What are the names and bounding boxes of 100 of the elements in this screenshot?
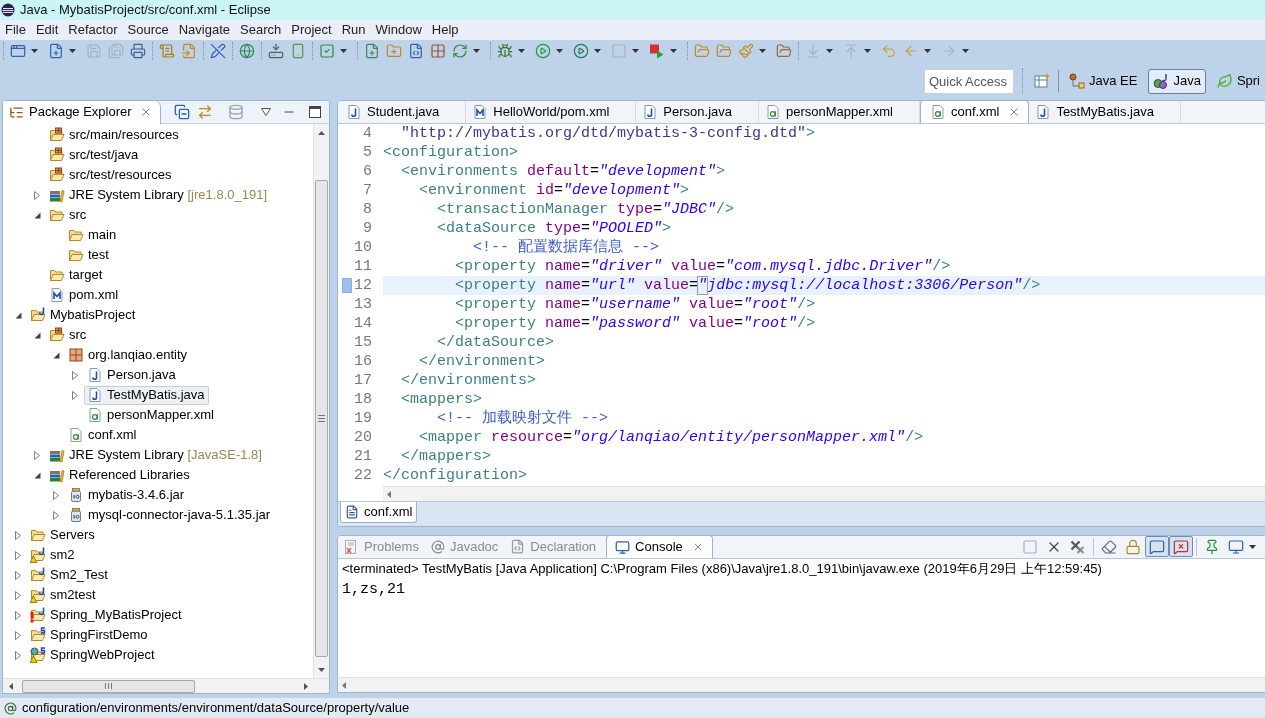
pom-file-icon <box>49 287 65 303</box>
view-tab[interactable]: Package Explorer <box>3 101 161 124</box>
triangle-right-icon[interactable] <box>53 490 59 500</box>
arrow-left-icon[interactable] <box>387 490 391 498</box>
triangle-corner-icon[interactable] <box>33 211 41 219</box>
toolbar-button[interactable] <box>1169 536 1193 557</box>
editor-tab[interactable]: Person.java <box>636 101 759 123</box>
tree-item[interactable]: sm2 <box>27 545 79 565</box>
double-x-icon <box>1070 538 1086 555</box>
squares-minus-icon[interactable] <box>174 104 190 120</box>
perspective-button[interactable]: Java <box>1148 68 1206 94</box>
horizontal-scrollbar[interactable] <box>338 677 1265 692</box>
tree-item[interactable]: main <box>65 225 121 245</box>
triangle-down-icon[interactable] <box>261 108 271 116</box>
editor-tab[interactable]: conf.xml <box>919 101 1030 123</box>
tree-item[interactable]: mysql-connector-java-5.1.35.jar <box>65 505 275 525</box>
tree-item[interactable]: sm2test <box>27 585 100 605</box>
tree-item[interactable]: SpringFirstDemo <box>27 625 152 645</box>
arrow-down-icon[interactable] <box>318 667 325 672</box>
tree-item[interactable]: Sm2_Test <box>27 565 112 585</box>
menu-item[interactable]: File <box>0 20 31 40</box>
triangle-right-icon[interactable] <box>72 390 78 400</box>
triangle-corner-icon[interactable] <box>52 351 60 359</box>
horizontal-scrollbar[interactable] <box>383 486 1265 501</box>
arrows-icon[interactable] <box>197 104 213 120</box>
vertical-scrollbar[interactable] <box>313 124 329 678</box>
triangle-right-icon[interactable] <box>53 510 59 520</box>
tree-item[interactable]: MybatisProject <box>27 305 140 325</box>
editor-page-tab[interactable]: conf.xml <box>340 502 418 523</box>
tree-item[interactable]: JRE System Library [jre1.8.0_191] <box>46 185 271 205</box>
horizontal-scrollbar[interactable] <box>3 678 313 693</box>
triangle-corner-icon[interactable] <box>33 471 41 479</box>
editor-tab[interactable]: Student.java <box>340 101 467 123</box>
editor-tab[interactable]: HelloWorld/pom.xml <box>466 101 637 123</box>
tree-item[interactable]: org.lanqiao.entity <box>65 345 191 365</box>
tree-item[interactable]: target <box>46 265 107 285</box>
menu-item[interactable]: Edit <box>30 20 64 40</box>
triangle-right-icon[interactable] <box>15 610 21 620</box>
tree-item[interactable]: mybatis-3.4.6.jar <box>65 485 189 505</box>
perspective-button[interactable]: Spri <box>1211 68 1265 94</box>
arrow-left-icon[interactable] <box>8 682 13 690</box>
menu-item[interactable]: Project <box>286 20 337 40</box>
menu-item[interactable]: Run <box>336 20 371 40</box>
menu-item[interactable]: Navigate <box>173 20 235 40</box>
tree-item[interactable]: conf.xml <box>65 425 141 445</box>
menu-item[interactable]: Window <box>370 20 427 40</box>
tree-item[interactable]: src/test/resources <box>46 165 176 185</box>
menu-item[interactable]: Refactor <box>63 20 123 40</box>
tree-item[interactable]: pom.xml <box>46 285 123 305</box>
triangle-corner-icon[interactable] <box>14 311 22 319</box>
editor-tab[interactable]: personMapper.xml <box>759 101 920 123</box>
toolbar-button[interactable] <box>1145 536 1169 557</box>
quick-access-field[interactable]: Quick Access <box>924 68 1014 94</box>
view-tab[interactable]: Console <box>606 536 713 558</box>
tree-item[interactable]: Spring_MyBatisProject <box>27 605 186 625</box>
menu-item[interactable]: Search <box>235 20 287 40</box>
code-line: <environments default="development"> <box>400 162 727 181</box>
tree-item[interactable]: src/main/resources <box>46 125 183 145</box>
java-file-icon <box>87 387 103 403</box>
editor-tab[interactable]: TestMyBatis.java <box>1029 101 1181 123</box>
arrow-right-icon[interactable] <box>303 682 308 690</box>
menu-item[interactable]: Help <box>426 20 464 40</box>
arrow-left-icon[interactable] <box>342 681 346 689</box>
triangle-right-icon[interactable] <box>15 650 21 660</box>
tree-item[interactable]: SpringWebProject <box>27 645 159 665</box>
code-line: </mappers> <box>400 447 493 466</box>
menu-item[interactable]: Source <box>122 20 174 40</box>
stop-icon <box>1022 538 1038 555</box>
triangle-right-icon[interactable] <box>72 370 78 380</box>
code-line: <property name="username" value="root"/> <box>454 295 817 314</box>
tree-item[interactable]: Servers <box>27 525 99 545</box>
tree-item[interactable]: Referenced Libraries <box>46 465 194 485</box>
triangle-right-icon[interactable] <box>15 530 21 540</box>
triangle-right-icon[interactable] <box>15 570 21 580</box>
books-icon <box>49 187 65 203</box>
triangle-right-icon[interactable] <box>15 630 21 640</box>
tree-item[interactable]: test <box>65 245 113 265</box>
database-icon[interactable] <box>228 104 244 120</box>
status-text: configuration/environments/environment/dataSource/property/value <box>22 699 410 718</box>
code-line: <configuration> <box>383 143 520 162</box>
scrollbar-thumb[interactable] <box>315 180 328 657</box>
folder-icon <box>49 207 65 223</box>
line-number: 22 <box>354 466 372 485</box>
perspective-button[interactable]: Java EE <box>1064 68 1143 94</box>
tree-item[interactable]: TestMyBatis.java <box>84 385 209 405</box>
triangle-corner-icon[interactable] <box>33 331 41 339</box>
tree-item[interactable]: JRE System Library [JavaSE-1.8] <box>46 445 266 465</box>
triangle-right-icon[interactable] <box>34 450 40 460</box>
line-number: 8 <box>363 200 372 219</box>
arrow-up-icon[interactable] <box>318 130 325 135</box>
tree-item[interactable]: personMapper.xml <box>84 405 218 425</box>
tree-item[interactable]: src/test/java <box>46 145 143 165</box>
maximize-icon[interactable] <box>309 106 321 118</box>
tree-item[interactable]: Person.java <box>84 365 180 385</box>
triangle-right-icon[interactable] <box>34 190 40 200</box>
scrollbar-thumb[interactable] <box>22 679 195 693</box>
triangle-right-icon[interactable] <box>15 550 21 560</box>
tree-item[interactable]: src <box>46 205 91 225</box>
tree-item[interactable]: src <box>46 325 91 345</box>
triangle-right-icon[interactable] <box>15 590 21 600</box>
